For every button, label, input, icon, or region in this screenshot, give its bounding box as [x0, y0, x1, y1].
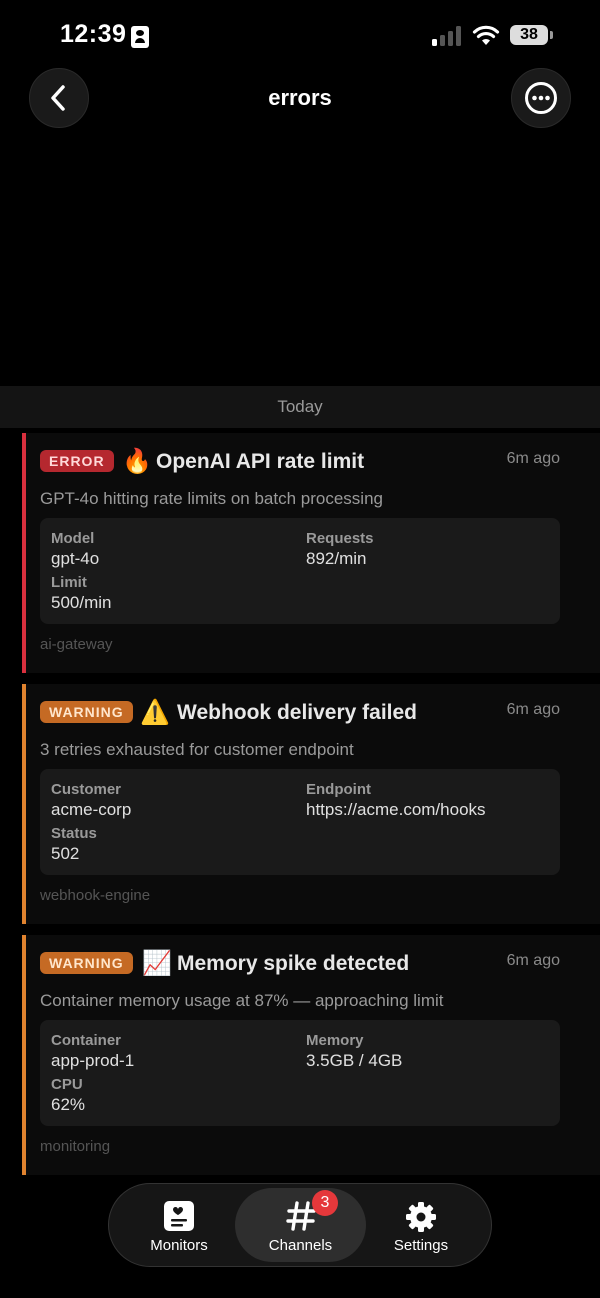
alert-time: 6m ago: [506, 701, 560, 718]
status-time: 12:39: [60, 20, 127, 48]
battery-tip: [550, 31, 553, 39]
more-options-button[interactable]: [511, 68, 571, 128]
tab-monitors[interactable]: Monitors: [119, 1184, 239, 1266]
field-label: Model: [51, 530, 95, 547]
field-value: 500/min: [51, 593, 112, 612]
alert-title: Memory spike detected: [177, 952, 410, 975]
gear-icon: [406, 1202, 436, 1232]
field-label: Limit: [51, 574, 87, 591]
alert-description: GPT-4o hitting rate limits on batch proc…: [40, 489, 383, 508]
tab-settings[interactable]: Settings: [361, 1184, 481, 1266]
alert-description: Container memory usage at 87% — approach…: [40, 991, 444, 1010]
chart-increasing-icon: 📈: [142, 950, 172, 977]
id-card-icon: [131, 26, 149, 48]
tab-channels[interactable]: 3 Channels: [235, 1188, 366, 1262]
field-label: CPU: [51, 1076, 83, 1093]
field-value: https://acme.com/hooks: [306, 800, 486, 819]
cellular-signal-icon: [432, 26, 464, 46]
field-label: Requests: [306, 530, 374, 547]
alert-card[interactable]: ERROR 🔥 OpenAI API rate limit 6m ago GPT…: [22, 433, 600, 673]
alert-source: webhook-engine: [40, 887, 151, 904]
field-label: Container: [51, 1032, 122, 1049]
field-label: Status: [51, 825, 97, 842]
tab-label: Monitors: [150, 1237, 208, 1254]
alert-title: OpenAI API rate limit: [156, 450, 365, 473]
alert-title: Webhook delivery failed: [177, 701, 418, 724]
tab-label: Channels: [268, 1237, 333, 1254]
alert-source: ai-gateway: [40, 636, 113, 653]
severity-badge: WARNING: [40, 952, 133, 974]
alert-source: monitoring: [40, 1138, 111, 1155]
field-label: Endpoint: [306, 781, 371, 798]
alert-details: Customer acme-corp Endpoint https://acme…: [40, 769, 560, 875]
field-value: gpt-4o: [51, 549, 100, 568]
warning-icon: ⚠️: [140, 699, 170, 726]
field-value: acme-corp: [51, 800, 132, 819]
alert-time: 6m ago: [506, 952, 560, 969]
alert-card[interactable]: WARNING ⚠️ Webhook delivery failed 6m ag…: [22, 684, 600, 924]
alert-time: 6m ago: [506, 450, 560, 467]
page-title: errors: [268, 85, 332, 110]
ellipsis-circle-icon: [525, 82, 557, 114]
monitors-icon: [164, 1201, 194, 1231]
severity-badge: ERROR: [40, 450, 114, 472]
tab-bar: Monitors 3 Channels Settings: [108, 1183, 492, 1267]
status-bar: 12:39 38: [0, 0, 600, 72]
field-value: 3.5GB / 4GB: [306, 1051, 403, 1070]
notification-badge: 3: [312, 1190, 338, 1216]
tab-label: Settings: [393, 1237, 449, 1254]
field-value: 892/min: [306, 549, 367, 568]
severity-badge: WARNING: [40, 701, 133, 723]
field-value: app-prod-1: [51, 1051, 135, 1070]
wifi-icon: [472, 25, 500, 45]
field-label: Memory: [306, 1032, 364, 1049]
alert-card[interactable]: WARNING 📈 Memory spike detected 6m ago C…: [22, 935, 600, 1175]
battery-icon: 38: [510, 25, 548, 45]
alert-description: 3 retries exhausted for customer endpoin…: [40, 740, 354, 759]
alert-details: Model gpt-4o Requests 892/min Limit 500/…: [40, 518, 560, 624]
field-label: Customer: [51, 781, 122, 798]
alert-details: Container app-prod-1 Memory 3.5GB / 4GB …: [40, 1020, 560, 1126]
field-value: 502: [51, 844, 80, 863]
field-value: 62%: [51, 1095, 86, 1114]
date-separator: Today: [0, 386, 600, 428]
fire-icon: 🔥: [122, 448, 152, 475]
